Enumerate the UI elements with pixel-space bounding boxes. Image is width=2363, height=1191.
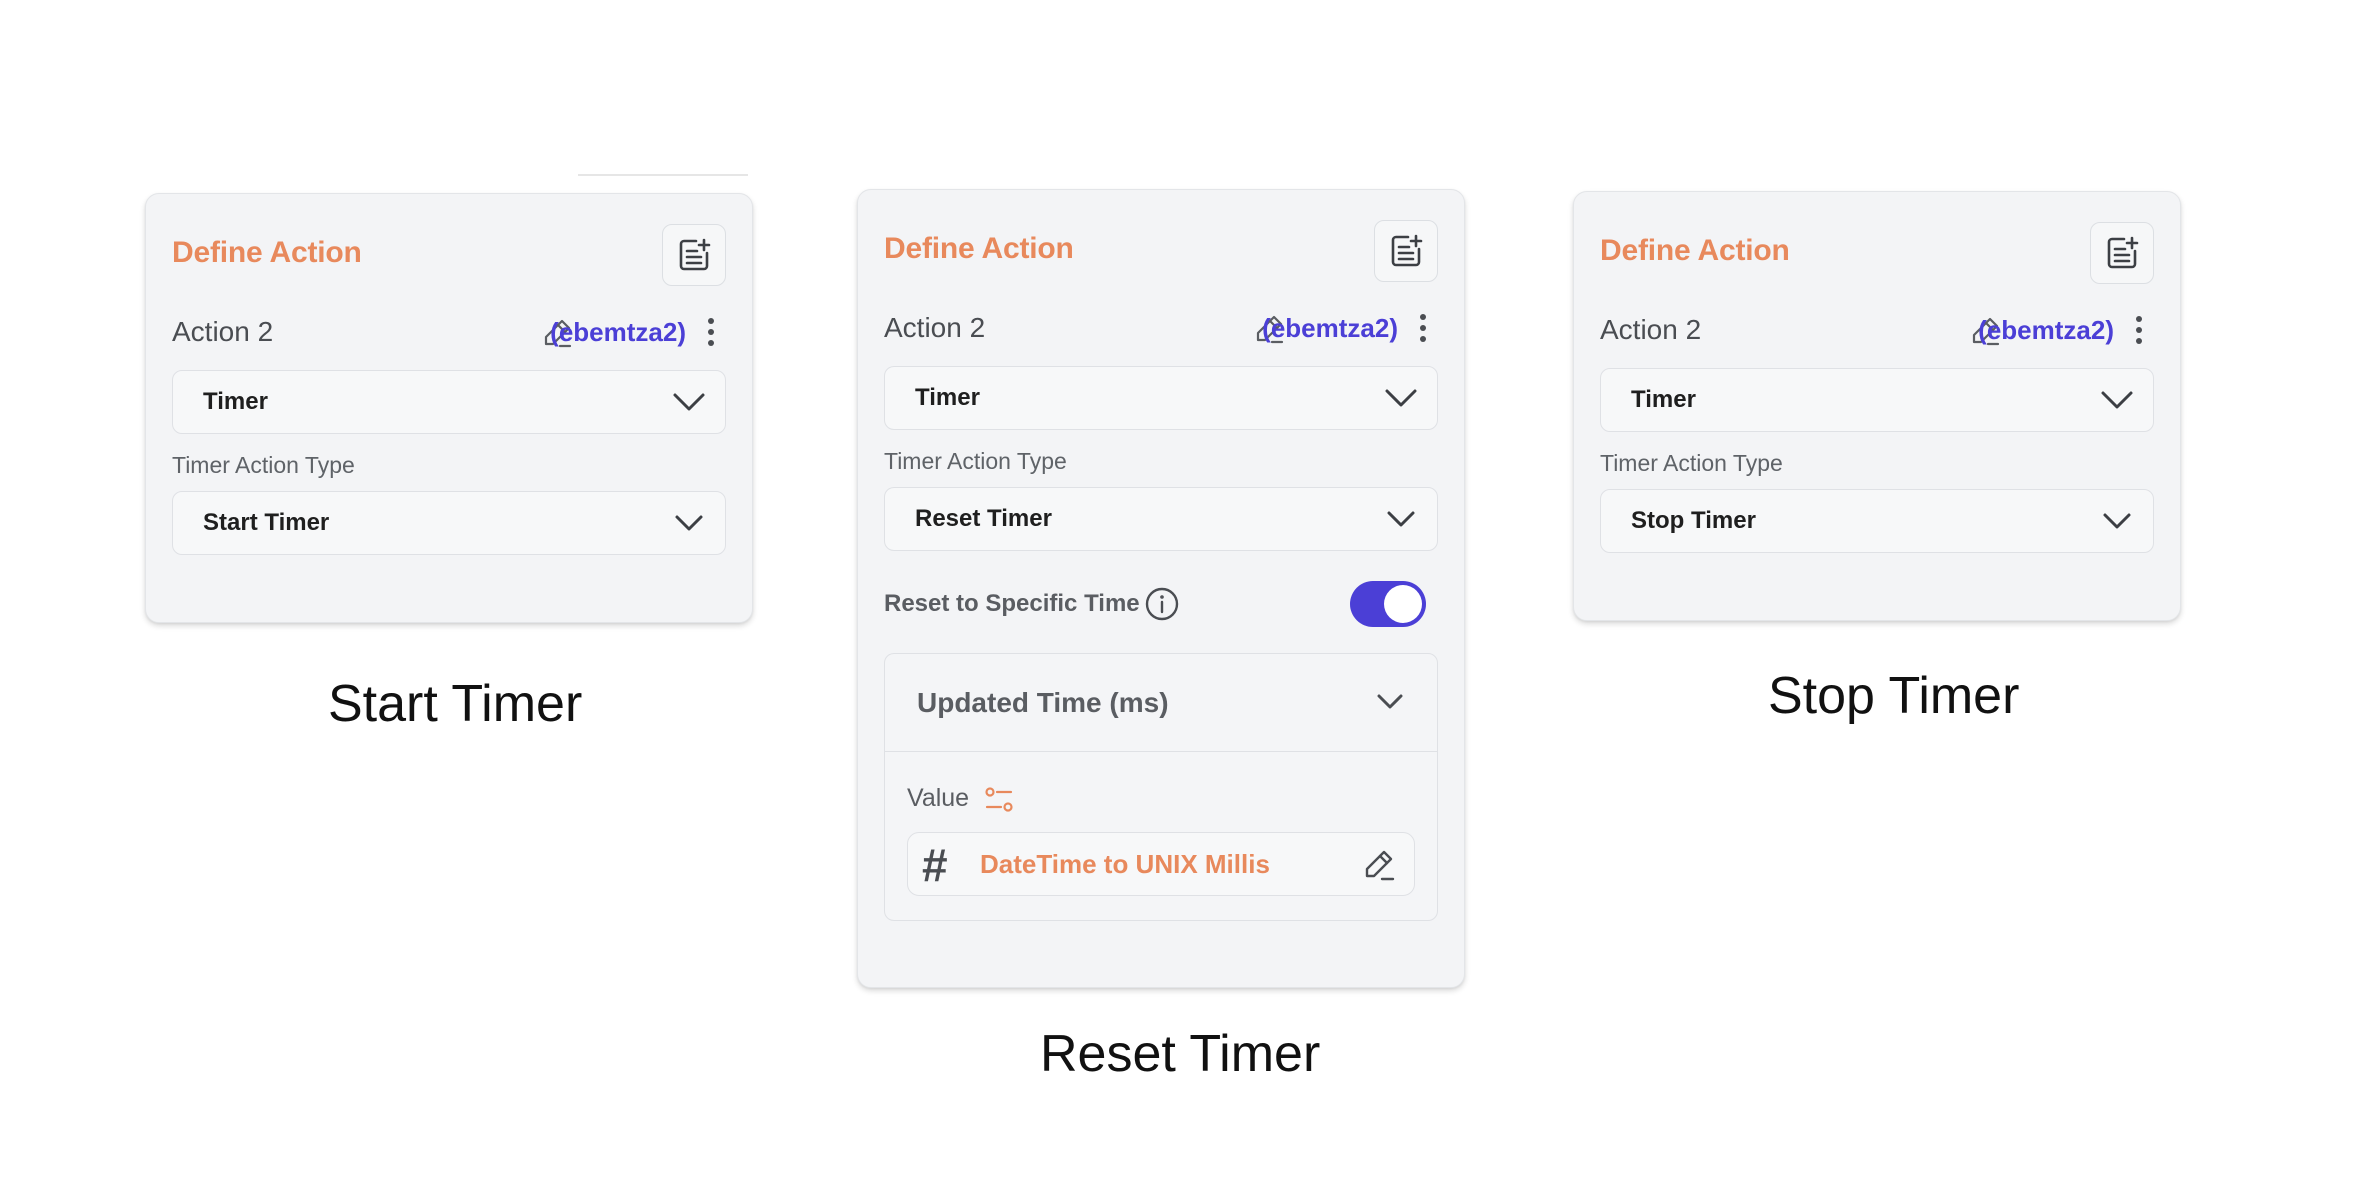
value-text: DateTime to UNIX Millis <box>980 849 1270 879</box>
updated-time-header[interactable]: Updated Time (ms) <box>885 654 1437 752</box>
chevron-down-icon <box>673 393 705 411</box>
action-id: (ebemtza2) <box>1262 313 1398 343</box>
hash-icon: # <box>922 839 948 891</box>
more-vertical-icon[interactable] <box>2134 314 2144 346</box>
action-id: (ebemtza2) <box>1978 315 2114 345</box>
select-value: Timer <box>203 388 268 415</box>
card-title: Define Action <box>172 236 362 269</box>
start-timer-card: Define Action Action 2 (ebemtza2) Timer … <box>145 193 753 623</box>
reset-specific-time-row: Reset to Specific Time <box>884 579 1438 629</box>
updated-time-panel: Updated Time (ms) Value # DateTime to UN… <box>884 653 1438 921</box>
card-title: Define Action <box>1600 234 1790 267</box>
timer-action-type-select[interactable]: Start Timer <box>172 491 726 555</box>
select-value: Start Timer <box>203 509 330 536</box>
chevron-down-icon <box>675 515 703 531</box>
stop-timer-card: Define Action Action 2 (ebemtza2) Timer … <box>1573 191 2181 621</box>
select-value: Reset Timer <box>915 505 1052 532</box>
timer-action-type-label: Timer Action Type <box>1600 450 1783 476</box>
action-name: Action 2 <box>172 316 274 347</box>
caption-reset-timer: Reset Timer <box>1040 1025 1321 1083</box>
action-type-select[interactable]: Timer <box>884 366 1438 430</box>
chevron-down-icon <box>1385 389 1417 407</box>
caption-start-timer: Start Timer <box>328 675 583 733</box>
more-vertical-icon[interactable] <box>1418 312 1428 344</box>
timer-action-type-label: Timer Action Type <box>172 452 355 478</box>
reset-specific-time-label: Reset to Specific Time <box>884 590 1140 617</box>
action-row: Action 2 (ebemtza2) <box>884 308 1438 348</box>
chevron-down-icon <box>2101 391 2133 409</box>
reset-timer-card: Define Action Action 2 (ebemtza2) Timer … <box>857 189 1465 988</box>
timer-action-type-label: Timer Action Type <box>884 448 1067 474</box>
note-add-button[interactable] <box>2090 222 2154 284</box>
caption-stop-timer: Stop Timer <box>1768 667 2020 725</box>
timer-action-type-select[interactable]: Reset Timer <box>884 487 1438 551</box>
top-divider <box>578 174 748 176</box>
note-add-button[interactable] <box>662 224 726 286</box>
action-row: Action 2 (ebemtza2) <box>1600 310 2154 350</box>
note-add-icon <box>1391 234 1423 267</box>
note-add-icon <box>679 238 711 271</box>
reset-specific-time-toggle[interactable] <box>1350 581 1426 627</box>
more-vertical-icon[interactable] <box>706 316 716 348</box>
select-value: Timer <box>915 384 980 411</box>
value-label: Value <box>907 784 970 812</box>
value-input[interactable]: # DateTime to UNIX Millis <box>907 832 1415 896</box>
info-icon[interactable] <box>1144 586 1180 622</box>
tune-icon[interactable] <box>983 784 1015 816</box>
timer-action-type-select[interactable]: Stop Timer <box>1600 489 2154 553</box>
chevron-down-icon <box>1377 694 1403 709</box>
pencil-icon[interactable] <box>1360 847 1396 883</box>
action-name: Action 2 <box>884 312 986 343</box>
chevron-down-icon <box>2103 513 2131 529</box>
action-type-select[interactable]: Timer <box>172 370 726 434</box>
note-add-button[interactable] <box>1374 220 1438 282</box>
updated-time-title: Updated Time (ms) <box>917 687 1169 718</box>
action-row: Action 2 (ebemtza2) <box>172 312 726 352</box>
action-type-select[interactable]: Timer <box>1600 368 2154 432</box>
select-value: Stop Timer <box>1631 507 1756 534</box>
card-title: Define Action <box>884 232 1074 265</box>
toggle-knob <box>1384 585 1422 623</box>
action-name: Action 2 <box>1600 314 1702 345</box>
chevron-down-icon <box>1387 511 1415 527</box>
select-value: Timer <box>1631 386 1696 413</box>
action-id: (ebemtza2) <box>550 317 686 347</box>
note-add-icon <box>2107 236 2139 269</box>
